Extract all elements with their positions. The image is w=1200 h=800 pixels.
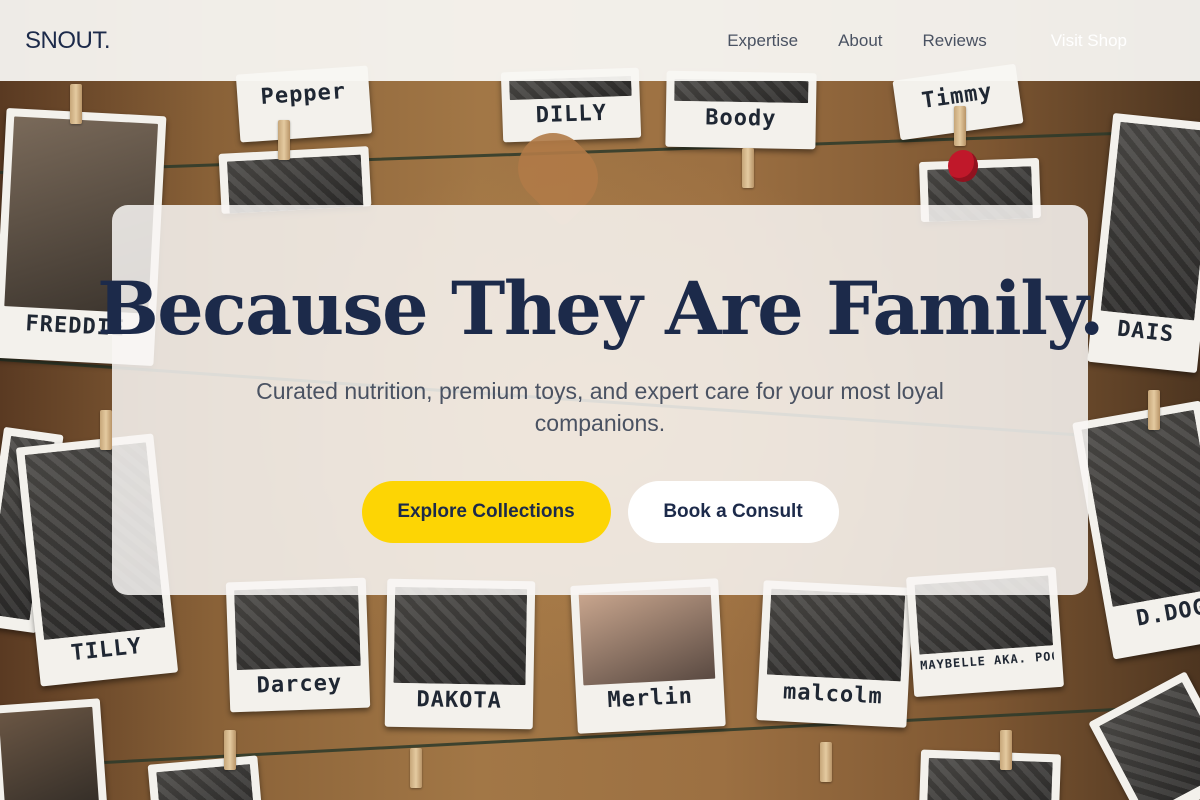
photo-caption: Merlin [606, 683, 694, 714]
nav-link-reviews[interactable]: Reviews [923, 31, 987, 51]
hero-subtitle: Curated nutrition, premium toys, and exp… [256, 378, 944, 436]
clothespin [820, 742, 832, 782]
polaroid-photo [147, 755, 263, 800]
clothespin [278, 120, 290, 160]
visit-shop-link[interactable]: Visit Shop [1051, 31, 1127, 51]
polaroid-photo [218, 146, 372, 214]
polaroid-photo: Merlin [570, 578, 726, 734]
book-consult-button[interactable]: Book a Consult [627, 481, 839, 543]
explore-collections-button[interactable]: Explore Collections [361, 481, 611, 543]
clothespin [954, 106, 966, 146]
photo-caption: Boody [705, 105, 777, 132]
polaroid-photo [0, 698, 109, 800]
nav-link-expertise[interactable]: Expertise [727, 31, 798, 51]
polaroid-photo: D.DOG [1072, 400, 1200, 660]
hero-actions: Explore Collections Book a Consult [361, 481, 839, 543]
photo-caption: malcolm [782, 679, 884, 710]
hero-card: Because They Are Family. Curated nutriti… [97, 205, 1104, 595]
polaroid-photo [1088, 671, 1200, 800]
hero-title: Because They Are Family. [97, 266, 1104, 352]
clothespin [224, 730, 236, 770]
clothespin [100, 410, 112, 450]
clothespin [70, 84, 82, 124]
clothespin [410, 748, 422, 788]
polaroid-photo: DAKOTA [384, 578, 536, 730]
polaroid-photo: Darcey [225, 577, 371, 713]
polaroid-photo: DAIS [1087, 112, 1200, 374]
polaroid-photo: malcolm [756, 580, 914, 728]
clothespin [742, 148, 754, 188]
polaroid-photo [918, 749, 1062, 800]
clothespin [1000, 730, 1012, 770]
photo-caption: Darcey [256, 670, 343, 699]
top-navbar: SNOUT. Expertise About Reviews Visit Sho… [0, 0, 1200, 81]
photo-caption: DILLY [535, 100, 608, 129]
photo-caption: DAKOTA [416, 687, 503, 714]
nav-links: Expertise About Reviews Visit Shop [727, 31, 1175, 51]
nav-link-about[interactable]: About [838, 31, 882, 51]
clothespin [1148, 390, 1160, 430]
brand-logo[interactable]: SNOUT. [25, 27, 111, 55]
ladybug-decoration [948, 150, 978, 182]
polaroid-photo: Boody [665, 70, 817, 150]
